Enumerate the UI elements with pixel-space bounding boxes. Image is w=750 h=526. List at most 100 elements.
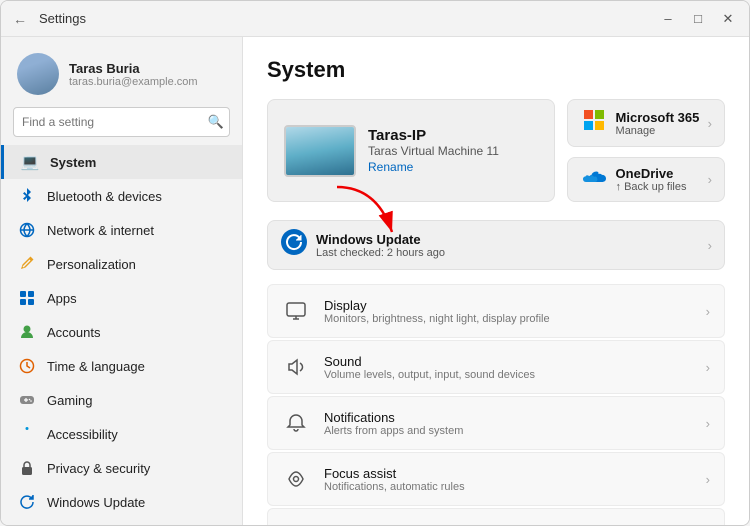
onedrive-subtitle: ↑ Back up files (616, 181, 700, 193)
sidebar-item-label: Gaming (47, 393, 93, 408)
settings-window: ← Settings – □ ✕ Taras Buria taras.buria… (0, 0, 750, 526)
notifications-info: Notifications Alerts from apps and syste… (324, 410, 692, 437)
settings-item-notifications[interactable]: Notifications Alerts from apps and syste… (267, 396, 725, 450)
sidebar-item-apps[interactable]: Apps (1, 281, 242, 315)
sidebar-item-bluetooth[interactable]: Bluetooth & devices (1, 179, 242, 213)
notifications-subtitle: Alerts from apps and system (324, 425, 692, 437)
chevron-icon: › (708, 172, 712, 187)
search-box: 🔍 (13, 107, 230, 137)
apps-icon (17, 288, 37, 308)
device-name: Taras-IP (368, 127, 538, 144)
content-area: Taras Buria taras.buria@example.com 🔍 💻 … (1, 37, 749, 525)
device-thumbnail (284, 125, 356, 177)
sidebar-item-network[interactable]: Network & internet (1, 213, 242, 247)
sidebar-item-label: System (50, 155, 96, 170)
system-icon: 💻 (20, 152, 40, 172)
sidebar-item-label: Network & internet (47, 223, 154, 238)
settings-item-focus-assist[interactable]: Focus assist Notifications, automatic ru… (267, 452, 725, 506)
user-name: Taras Buria (69, 61, 226, 76)
gaming-icon (17, 390, 37, 410)
sidebar-item-accessibility[interactable]: Accessibility (1, 417, 242, 451)
top-cards: Taras-IP Taras Virtual Machine 11 Rename (267, 99, 725, 202)
sidebar-item-label: Bluetooth & devices (47, 189, 162, 204)
sidebar-item-privacy[interactable]: Privacy & security (1, 451, 242, 485)
sidebar: Taras Buria taras.buria@example.com 🔍 💻 … (1, 37, 243, 525)
onedrive-info: OneDrive ↑ Back up files (616, 166, 700, 193)
main-content: System Taras-IP Taras Virtual Machine 11… (243, 37, 749, 525)
chevron-icon: › (706, 360, 710, 375)
search-input[interactable] (13, 107, 230, 137)
user-email: taras.buria@example.com (69, 76, 226, 88)
sidebar-item-label: Accessibility (47, 427, 118, 442)
device-card[interactable]: Taras-IP Taras Virtual Machine 11 Rename (267, 99, 555, 202)
sidebar-item-accounts[interactable]: Accounts (1, 315, 242, 349)
minimize-button[interactable]: – (659, 11, 677, 26)
network-icon (17, 220, 37, 240)
power-info: Power Sleep, battery usage, battery save… (324, 522, 692, 526)
windows-update-row-wrapper: Windows Update Last checked: 2 hours ago… (267, 220, 725, 270)
microsoft365-card[interactable]: Microsoft 365 Manage › (567, 99, 725, 147)
bluetooth-icon (17, 186, 37, 206)
user-info: Taras Buria taras.buria@example.com (69, 61, 226, 88)
chevron-icon: › (706, 304, 710, 319)
settings-list: Display Monitors, brightness, night ligh… (267, 284, 725, 525)
back-button[interactable]: ← (13, 11, 27, 27)
small-cards: Microsoft 365 Manage › (567, 99, 725, 202)
accessibility-icon (17, 424, 37, 444)
search-icon: 🔍 (208, 114, 224, 130)
windows-update-info: Windows Update Last checked: 2 hours ago (316, 232, 700, 259)
sidebar-item-system[interactable]: 💻 System (1, 145, 242, 179)
onedrive-card[interactable]: OneDrive ↑ Back up files › (567, 157, 725, 202)
sidebar-item-personalization[interactable]: Personalization (1, 247, 242, 281)
titlebar: ← Settings – □ ✕ (1, 1, 749, 37)
chevron-icon: › (708, 116, 712, 131)
microsoft365-title: Microsoft 365 (616, 110, 700, 125)
settings-item-sound[interactable]: Sound Volume levels, output, input, soun… (267, 340, 725, 394)
display-title: Display (324, 298, 692, 313)
windows-update-card-icon (280, 229, 308, 261)
privacy-icon (17, 458, 37, 478)
avatar-image (17, 53, 59, 95)
chevron-icon: › (706, 416, 710, 431)
sidebar-item-time[interactable]: Time & language (1, 349, 242, 383)
windows-update-title: Windows Update (316, 232, 700, 247)
user-profile[interactable]: Taras Buria taras.buria@example.com (1, 45, 242, 107)
accounts-icon (17, 322, 37, 342)
settings-item-display[interactable]: Display Monitors, brightness, night ligh… (267, 284, 725, 338)
microsoft365-icon (580, 108, 608, 138)
close-button[interactable]: ✕ (719, 11, 737, 27)
onedrive-icon (580, 167, 608, 193)
device-info: Taras-IP Taras Virtual Machine 11 Rename (368, 127, 538, 174)
personalization-icon (17, 254, 37, 274)
display-icon (282, 297, 310, 325)
maximize-button[interactable]: □ (689, 11, 707, 26)
windows-update-card[interactable]: Windows Update Last checked: 2 hours ago… (267, 220, 725, 270)
sidebar-item-label: Accounts (47, 325, 100, 340)
sound-icon (282, 353, 310, 381)
settings-item-power[interactable]: Power Sleep, battery usage, battery save… (267, 508, 725, 525)
sidebar-item-label: Privacy & security (47, 461, 150, 476)
notifications-title: Notifications (324, 410, 692, 425)
sidebar-item-gaming[interactable]: Gaming (1, 383, 242, 417)
window-controls: – □ ✕ (659, 11, 737, 27)
power-icon (282, 521, 310, 525)
sound-title: Sound (324, 354, 692, 369)
window-title: Settings (39, 11, 86, 26)
device-rename-link[interactable]: Rename (368, 160, 538, 174)
focus-assist-info: Focus assist Notifications, automatic ru… (324, 466, 692, 493)
page-title: System (267, 57, 725, 83)
sidebar-item-label: Windows Update (47, 495, 145, 510)
chevron-icon: › (706, 472, 710, 487)
sound-subtitle: Volume levels, output, input, sound devi… (324, 369, 692, 381)
sidebar-item-label: Apps (47, 291, 77, 306)
display-subtitle: Monitors, brightness, night light, displ… (324, 313, 692, 325)
power-title: Power (324, 522, 692, 526)
focus-assist-icon (282, 465, 310, 493)
notifications-icon (282, 409, 310, 437)
sidebar-item-windows-update[interactable]: Windows Update (1, 485, 242, 519)
focus-assist-subtitle: Notifications, automatic rules (324, 481, 692, 493)
windows-update-subtitle: Last checked: 2 hours ago (316, 247, 700, 259)
top-cards-wrapper: Taras-IP Taras Virtual Machine 11 Rename (267, 99, 725, 270)
sound-info: Sound Volume levels, output, input, soun… (324, 354, 692, 381)
microsoft365-subtitle: Manage (616, 125, 700, 137)
